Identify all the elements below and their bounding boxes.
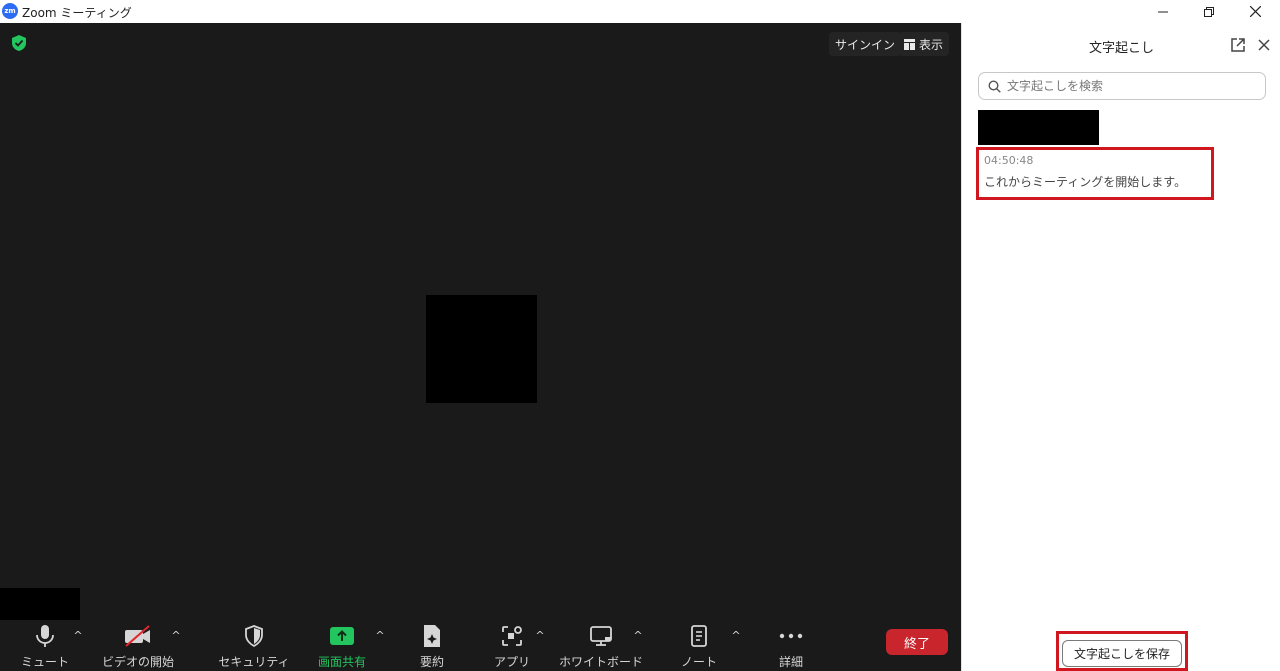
summary-button[interactable]: 要約 — [392, 620, 472, 671]
transcript-search-input[interactable] — [1007, 79, 1247, 93]
apps-options-caret[interactable]: ^ — [534, 629, 546, 642]
notes-button[interactable]: ノート — [659, 620, 739, 671]
shield-icon — [245, 625, 263, 647]
mute-button[interactable]: ミュート — [5, 620, 85, 671]
whiteboard-button[interactable]: ホワイトボード — [559, 620, 644, 671]
transcript-entry: 04:50:48 これからミーティングを開始します。 — [976, 147, 1214, 200]
participant-video-redacted — [426, 295, 537, 403]
zoom-logo-icon: zm — [2, 3, 18, 19]
start-video-button[interactable]: ビデオの開始 — [98, 620, 178, 671]
close-icon — [1249, 6, 1261, 17]
search-icon — [988, 79, 1001, 93]
share-screen-label: 画面共有 — [317, 655, 366, 669]
more-label: 詳細 — [778, 655, 803, 669]
notes-options-caret[interactable]: ^ — [730, 629, 742, 642]
whiteboard-label: ホワイトボード — [559, 655, 644, 669]
share-options-caret[interactable]: ^ — [374, 629, 386, 642]
whiteboard-icon — [590, 626, 612, 646]
start-video-label: ビデオの開始 — [101, 655, 174, 669]
shield-check-icon[interactable] — [10, 34, 28, 52]
more-icon — [779, 633, 803, 639]
whiteboard-options-caret[interactable]: ^ — [632, 629, 644, 642]
restore-icon — [1204, 6, 1214, 17]
apps-button[interactable]: アプリ — [472, 620, 552, 671]
title-bar: zm Zoom ミーティング — [0, 0, 1280, 23]
end-meeting-button[interactable]: 終了 — [886, 629, 948, 655]
microphone-icon — [36, 625, 54, 647]
self-name-redacted — [0, 588, 80, 620]
speaker-name-redacted — [978, 110, 1099, 145]
security-label: セキュリティ — [218, 655, 290, 669]
maximize-button[interactable] — [1186, 0, 1232, 23]
notes-icon — [691, 625, 707, 647]
entry-text: これからミーティングを開始します。 — [984, 175, 1187, 189]
grid-icon — [904, 38, 915, 50]
notes-label: ノート — [680, 655, 717, 669]
minimize-button[interactable] — [1140, 0, 1186, 23]
apps-label: アプリ — [493, 655, 530, 669]
meeting-area: サインイン 表示 ミュート ^ ビデオの開始 ^ セキュリティ 画面共有 ^ 要… — [0, 23, 961, 671]
mute-label: ミュート — [20, 655, 69, 669]
view-label: 表示 — [919, 37, 944, 52]
transcript-panel: 文字起こし 04:50:48 これからミーティングを開始します。 文字起こしを保… — [961, 23, 1280, 671]
view-button[interactable]: 表示 — [898, 32, 950, 56]
signin-button[interactable]: サインイン — [829, 32, 902, 56]
apps-icon — [502, 626, 522, 646]
popout-icon[interactable] — [1230, 37, 1246, 53]
summary-icon — [424, 625, 440, 647]
meeting-toolbar: ミュート ^ ビデオの開始 ^ セキュリティ 画面共有 ^ 要約 アプリ ^ ホ… — [0, 620, 961, 671]
more-button[interactable]: 詳細 — [751, 620, 831, 671]
share-screen-button[interactable]: 画面共有 — [302, 620, 382, 671]
entry-timestamp: 04:50:48 — [984, 154, 1034, 167]
share-screen-icon — [330, 627, 354, 645]
video-options-caret[interactable]: ^ — [170, 629, 182, 642]
close-window-button[interactable] — [1232, 0, 1278, 23]
save-transcript-button[interactable]: 文字起こしを保存 — [1062, 640, 1182, 667]
video-off-icon — [125, 625, 150, 647]
close-panel-icon[interactable] — [1256, 37, 1272, 53]
mute-options-caret[interactable]: ^ — [72, 629, 84, 642]
security-button[interactable]: セキュリティ — [214, 620, 294, 671]
minimize-icon — [1158, 11, 1168, 12]
transcript-search[interactable] — [978, 72, 1266, 100]
summary-label: 要約 — [419, 655, 444, 669]
window-title: Zoom ミーティング — [22, 6, 132, 20]
